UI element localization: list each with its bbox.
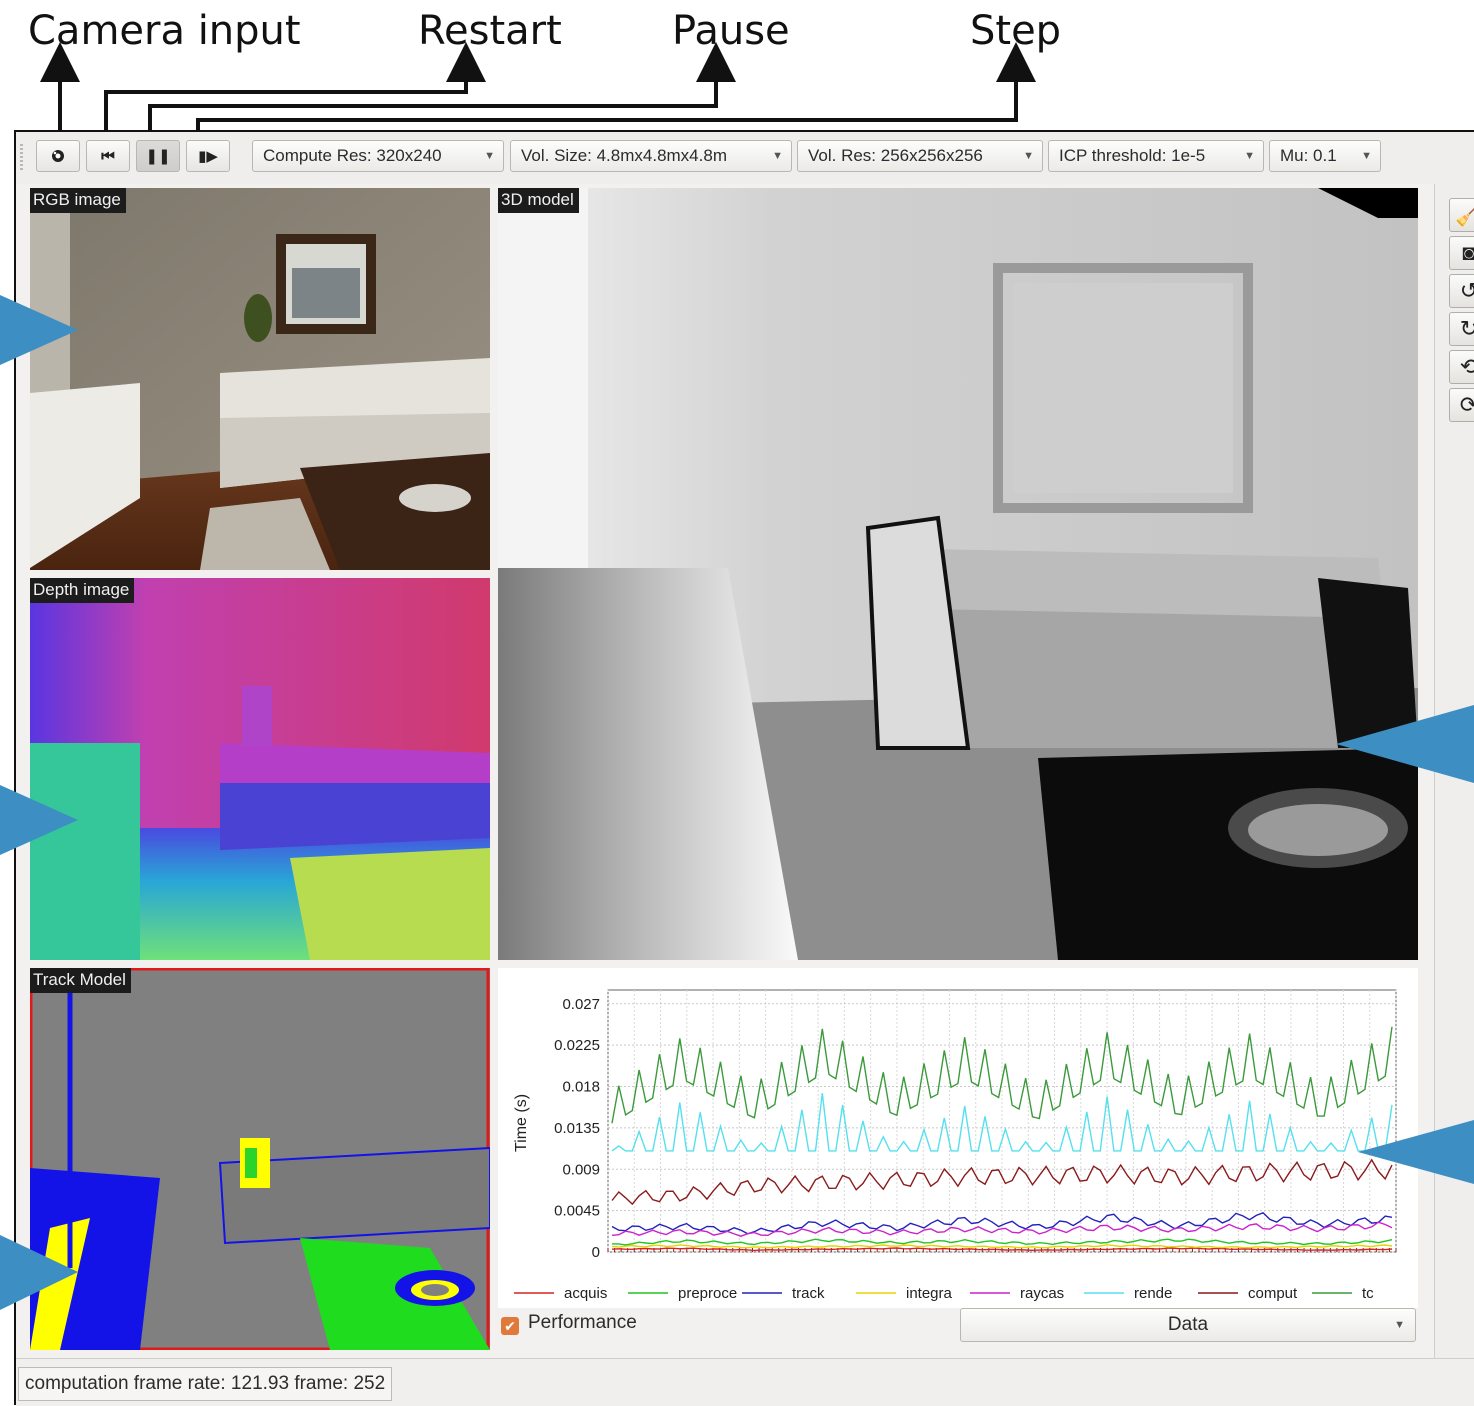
rgb-image-title: RGB image [30,188,126,213]
callout-rgb [0,295,78,365]
callout-track [0,1235,78,1310]
callout-arrows [0,295,1474,1310]
depth-image-title: Depth image [30,578,135,603]
3d-model-title: 3D model [498,188,579,213]
callout-chart [1358,1120,1474,1184]
callout-3d-model [1336,705,1474,783]
callout-depth [0,785,78,855]
track-model-title: Track Model [30,968,131,993]
